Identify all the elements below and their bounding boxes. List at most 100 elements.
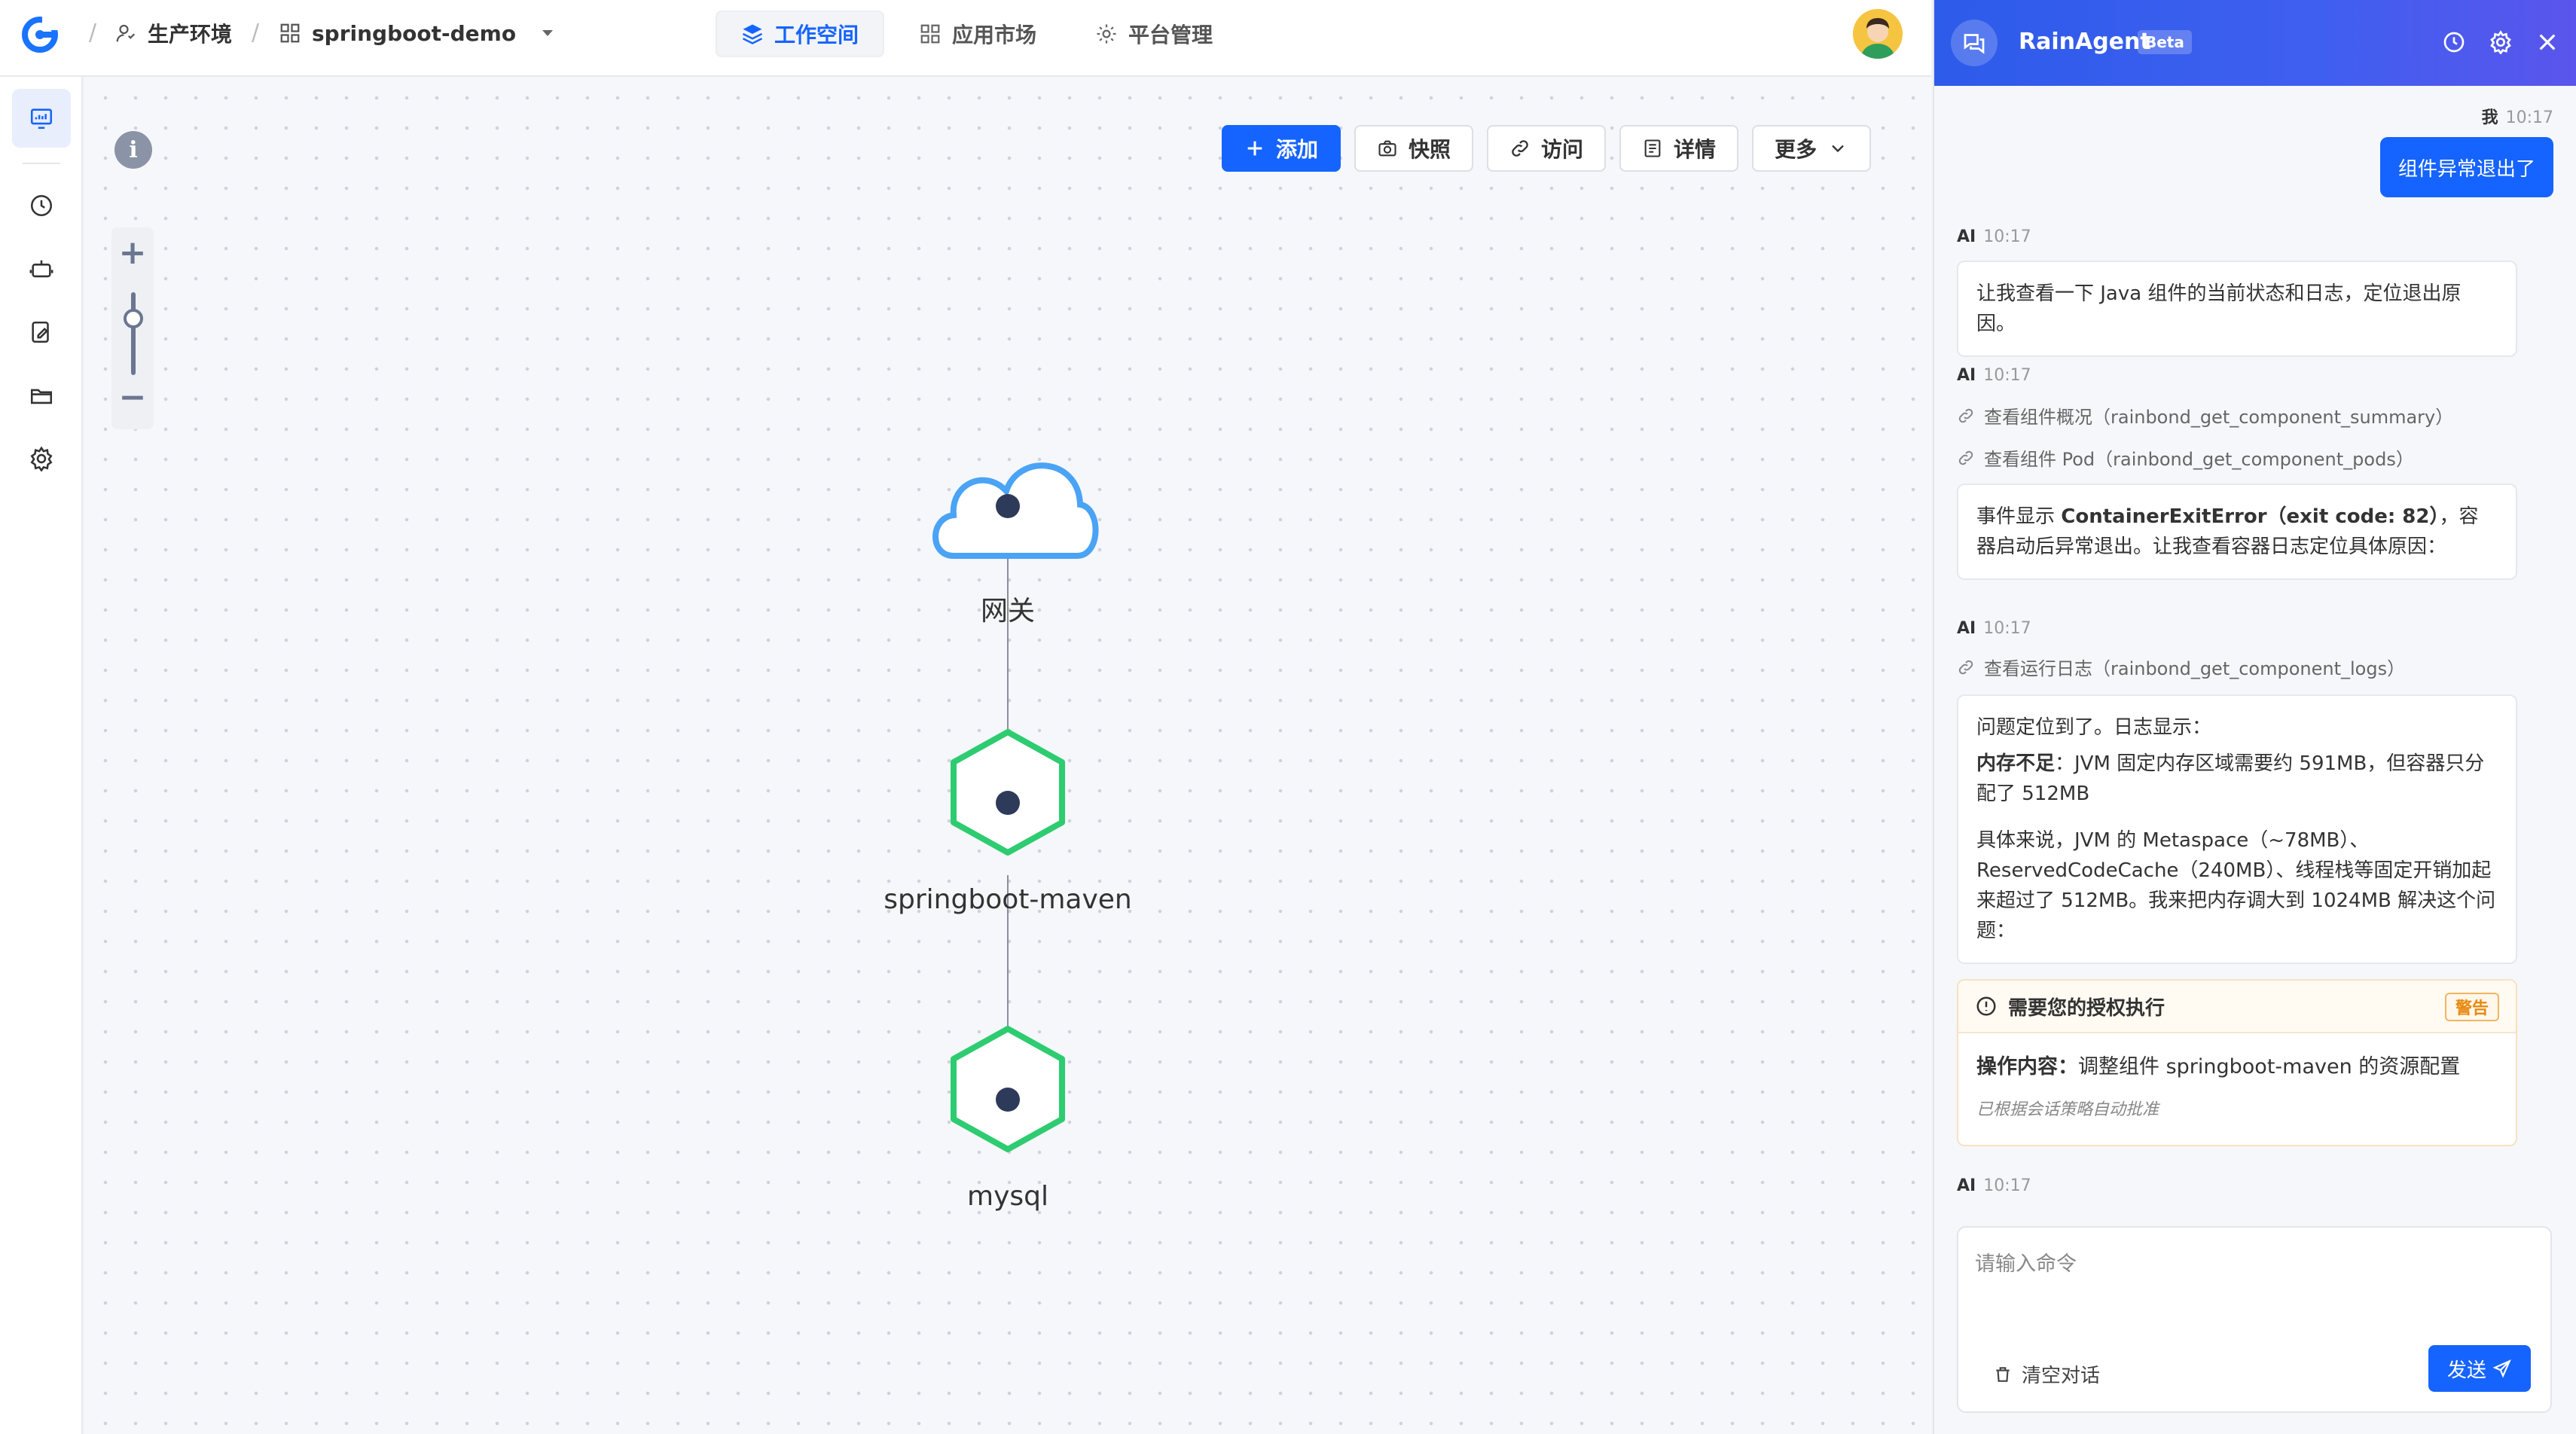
- ai-message-card: 事件显示 ContainerExitError（exit code: 82），容…: [1957, 484, 2517, 580]
- link-icon: [1958, 660, 1973, 674]
- breadcrumb-app[interactable]: springboot-demo: [279, 18, 557, 48]
- timestamp: 10:17: [1983, 227, 2031, 246]
- timestamp: 10:17: [1983, 619, 2031, 638]
- monitor-icon: [30, 108, 53, 130]
- command-input[interactable]: [1975, 1247, 2532, 1330]
- link-icon: [1958, 408, 1973, 423]
- tab-platform-admin[interactable]: 平台管理: [1071, 11, 1237, 57]
- env-label: 生产环境: [148, 22, 233, 47]
- ai-message-meta: AI 10:17: [1957, 1176, 2031, 1195]
- send-icon: [2492, 1359, 2511, 1378]
- message-highlight: ContainerExitError（exit code: 82）: [2061, 505, 2440, 528]
- ai-message-card: 问题定位到了。日志显示： 内存不足：JVM 固定内存区域需要约 591MB，但容…: [1957, 694, 2517, 964]
- tab-workspace[interactable]: 工作空间: [716, 11, 885, 57]
- breadcrumb-separator: /: [89, 20, 97, 46]
- app-label: springboot-demo: [312, 20, 517, 46]
- chat-bubbles-icon: [1951, 20, 1998, 66]
- top-bar: / 生产环境 / springboot-demo 工作空间 应用市场 平台管理: [0, 0, 1931, 77]
- ai-message-meta: AI 10:17: [1957, 366, 2031, 385]
- sidebar-item-monitor[interactable]: [12, 89, 71, 148]
- gear-icon[interactable]: [2489, 30, 2513, 54]
- sidebar-item-folder[interactable]: [12, 366, 71, 425]
- avatar-face-icon: [1853, 9, 1903, 59]
- caret-down-icon[interactable]: [539, 24, 557, 42]
- breadcrumb-env[interactable]: 生产环境: [114, 18, 232, 48]
- send-button[interactable]: 发送: [2428, 1345, 2531, 1392]
- clear-chat-label: 清空对话: [2022, 1365, 2101, 1387]
- sidebar-item-robot[interactable]: [12, 240, 71, 298]
- send-label: 发送: [2446, 1359, 2486, 1382]
- panel-header: RainAgent Beta: [1934, 0, 2576, 86]
- tool-call-label: 查看组件 Pod（rainbond_get_component_pods）: [1984, 449, 2414, 470]
- sender-label: AI: [1957, 1176, 1976, 1195]
- sidebar-item-docs[interactable]: [12, 303, 71, 362]
- message-highlight: 内存不足: [1976, 752, 2056, 775]
- node-status-dot: [996, 1088, 1020, 1112]
- auth-body: 操作内容：调整组件 springboot-maven 的资源配置 已根据会话策略…: [1958, 1033, 2516, 1137]
- left-sidebar: [0, 77, 83, 1434]
- node-label-gateway[interactable]: 网关: [981, 589, 1035, 628]
- sender-label: AI: [1957, 619, 1976, 638]
- node-status-dot: [996, 791, 1020, 815]
- panel-title: RainAgent: [2019, 29, 2151, 55]
- grid-icon: [280, 23, 300, 43]
- node-label-mysql[interactable]: mysql: [967, 1181, 1048, 1212]
- auth-title: 需要您的授权执行: [2008, 996, 2165, 1020]
- tool-call-item[interactable]: 查看组件概况（rainbond_get_component_summary）: [1957, 402, 2453, 429]
- topology-canvas[interactable]: i + − 添加 快照 访问 详情 更多 网关 springboot-maven…: [84, 77, 1931, 1434]
- tab-app-market[interactable]: 应用市场: [895, 11, 1061, 57]
- tool-call-item[interactable]: 查看运行日志（rainbond_get_component_logs）: [1957, 654, 2405, 680]
- sender-label: 我: [2481, 108, 2498, 127]
- tool-call-label: 查看组件概况（rainbond_get_component_summary）: [1984, 407, 2454, 428]
- main-nav: 工作空间 应用市场 平台管理: [716, 11, 1237, 57]
- timestamp: 10:17: [2505, 108, 2553, 127]
- rainagent-panel: RainAgent Beta 我 10:17 组件异常退出了 AI 10:17 让我…: [1933, 0, 2576, 1434]
- node-springboot-maven[interactable]: [951, 729, 1065, 856]
- user-message-meta: 我 10:17: [2482, 104, 2553, 128]
- gear-icon: [1097, 24, 1116, 44]
- message-text: 具体来说，JVM 的 Metaspace（~78MB）、ReservedCode…: [1976, 829, 2496, 942]
- user-avatar[interactable]: [1853, 9, 1903, 59]
- layers-icon: [742, 24, 763, 44]
- sender-label: AI: [1957, 366, 1976, 385]
- clear-chat-button[interactable]: 清空对话: [1993, 1360, 2100, 1388]
- sidebar-item-history[interactable]: [12, 176, 71, 235]
- user-icon: [116, 24, 136, 42]
- operation-text: 调整组件 springboot-maven 的资源配置: [2078, 1055, 2461, 1079]
- node-status-dot: [996, 494, 1020, 518]
- ai-message-meta: AI 10:17: [1957, 227, 2031, 246]
- node-mysql[interactable]: [951, 1026, 1065, 1152]
- beta-badge: Beta: [2138, 30, 2192, 54]
- tab-label: 工作空间: [774, 23, 859, 47]
- tool-call-item[interactable]: 查看组件 Pod（rainbond_get_component_pods）: [1957, 444, 2414, 471]
- ai-message-card: 让我查看一下 Java 组件的当前状态和日志，定位退出原因。: [1957, 261, 2517, 357]
- close-icon[interactable]: [2535, 30, 2559, 54]
- edit-doc-icon: [32, 321, 49, 343]
- node-label-springboot-maven[interactable]: springboot-maven: [884, 884, 1131, 915]
- sidebar-divider: [23, 163, 60, 164]
- rainbond-logo-icon[interactable]: [20, 12, 63, 56]
- tool-call-label: 查看运行日志（rainbond_get_component_logs）: [1984, 658, 2406, 679]
- timestamp: 10:17: [1983, 366, 2031, 385]
- trash-icon: [1996, 1366, 2010, 1382]
- tab-label: 应用市场: [952, 23, 1037, 47]
- command-input-box: 清空对话 发送: [1957, 1226, 2552, 1413]
- sidebar-item-settings[interactable]: [12, 429, 71, 488]
- operation-label: 操作内容：: [1976, 1055, 2078, 1079]
- sender-label: AI: [1957, 227, 1976, 246]
- panel-actions: [2442, 30, 2559, 54]
- robot-icon: [29, 260, 53, 278]
- gear-icon: [30, 446, 53, 471]
- topology-graph: [932, 462, 1099, 1152]
- history-icon[interactable]: [2442, 30, 2466, 54]
- node-gateway[interactable]: [932, 462, 1099, 559]
- warning-tag: 警告: [2444, 993, 2499, 1021]
- auth-header: 需要您的授权执行 警告: [1958, 981, 2516, 1033]
- alert-circle-icon: [1976, 996, 1996, 1016]
- link-icon: [1958, 450, 1973, 465]
- user-message-bubble: 组件异常退出了: [2379, 137, 2553, 197]
- ai-message-meta: AI 10:17: [1957, 619, 2031, 638]
- clock-icon: [30, 194, 53, 217]
- authorization-card: 需要您的授权执行 警告 操作内容：调整组件 springboot-maven 的…: [1957, 979, 2517, 1146]
- message-text: 让我查看一下 Java 组件的当前状态和日志，定位退出原因。: [1976, 282, 2462, 335]
